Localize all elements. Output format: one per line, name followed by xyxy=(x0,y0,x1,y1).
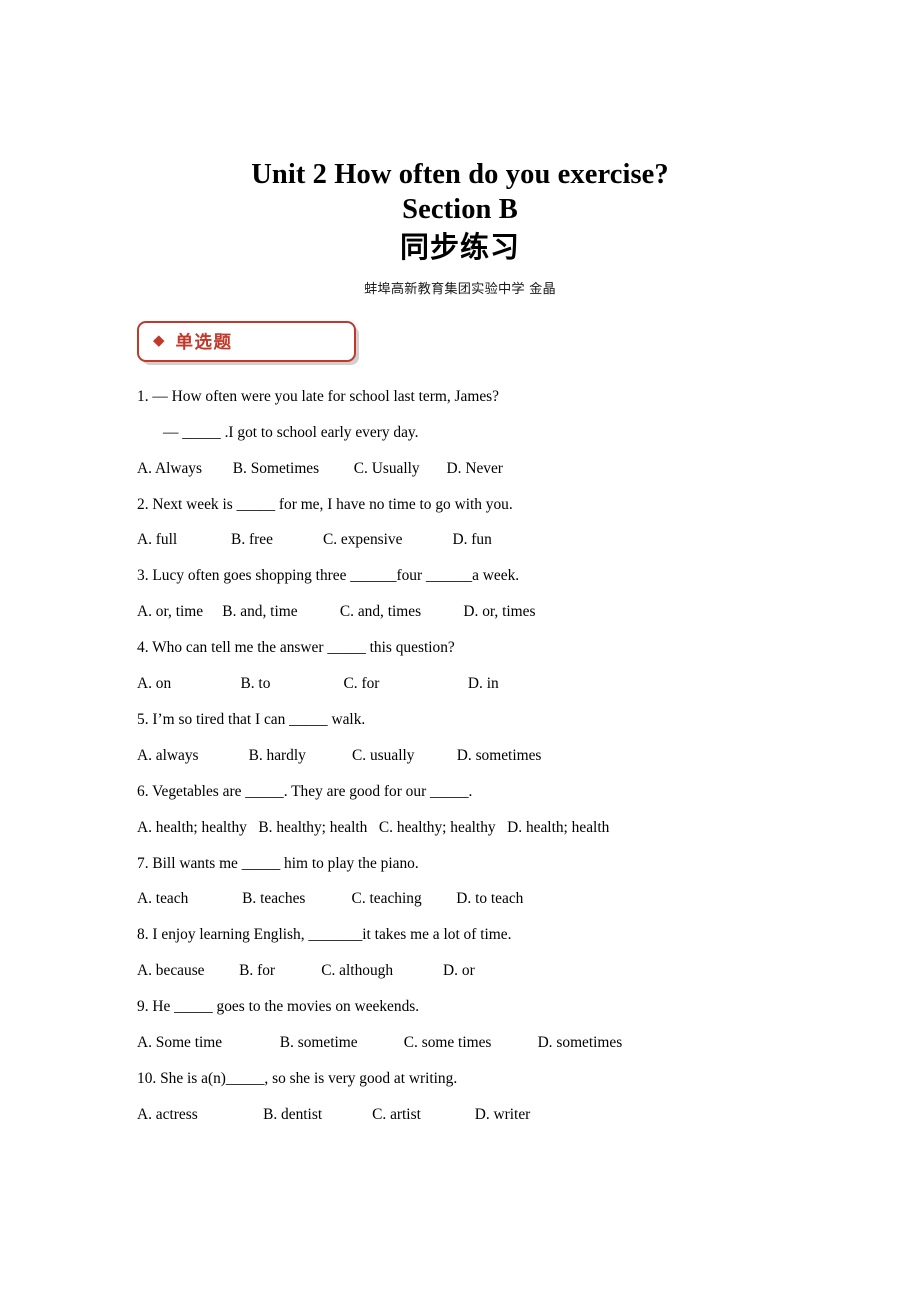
page-title-chinese: 同步练习 xyxy=(399,229,520,264)
question-stem: 4. Who can tell me the answer _____ this… xyxy=(137,639,455,657)
question-stem: 6. Vegetables are _____. They are good f… xyxy=(137,782,473,800)
question-options: A. Always B. Sometimes C. Usually D. Nev… xyxy=(137,459,503,477)
diamond-bullet-icon: ◆ xyxy=(153,332,165,349)
question-stem: 7. Bill wants me _____ him to play the p… xyxy=(137,854,419,872)
question-options: A. full B. free C. expensive D. fun xyxy=(137,531,492,549)
document-page: Unit 2 How often do you exercise? Sectio… xyxy=(0,0,920,1302)
question-stem: 5. I’m so tired that I can _____ walk. xyxy=(137,710,366,728)
question-stem-continuation: — _____ .I got to school early every day… xyxy=(163,423,419,441)
question-options: A. always B. hardly C. usually D. someti… xyxy=(137,746,542,764)
question-stem: 1. — How often were you late for school … xyxy=(137,387,500,405)
section-header-box: ◆ 单选题 xyxy=(137,320,356,362)
title-block: Unit 2 How often do you exercise? Sectio… xyxy=(0,0,920,297)
question-stem: 2. Next week is _____ for me, I have no … xyxy=(137,495,513,513)
question-stem: 9. He _____ goes to the movies on weeken… xyxy=(137,998,420,1016)
question-stem: 8. I enjoy learning English, _______it t… xyxy=(137,926,512,944)
page-title-line-2: Section B xyxy=(402,193,518,225)
page-title-line-1: Unit 2 How often do you exercise? xyxy=(251,159,669,190)
questions-list: 1. — How often were you late for school … xyxy=(0,387,920,1123)
question-options: A. because B. for C. although D. or xyxy=(137,962,475,980)
section-header-wrap: ◆ 单选题 xyxy=(0,320,920,369)
section-header-label: 单选题 xyxy=(175,332,233,353)
question-options: A. actress B. dentist C. artist D. write… xyxy=(137,1105,531,1123)
question-stem: 10. She is a(n)_____, so she is very goo… xyxy=(137,1070,458,1087)
question-options: A. Some time B. sometime C. some times D… xyxy=(137,1034,623,1052)
question-options: A. on B. to C. for D. in xyxy=(137,675,499,693)
question-options: A. health; healthy B. healthy; health C.… xyxy=(137,818,610,836)
author-byline: 蚌埠高新教育集团实验中学 金晶 xyxy=(364,281,556,297)
question-options: A. or, time B. and, time C. and, times D… xyxy=(137,603,536,621)
question-stem: 3. Lucy often goes shopping three ______… xyxy=(137,567,520,585)
question-options: A. teach B. teaches C. teaching D. to te… xyxy=(137,890,524,908)
